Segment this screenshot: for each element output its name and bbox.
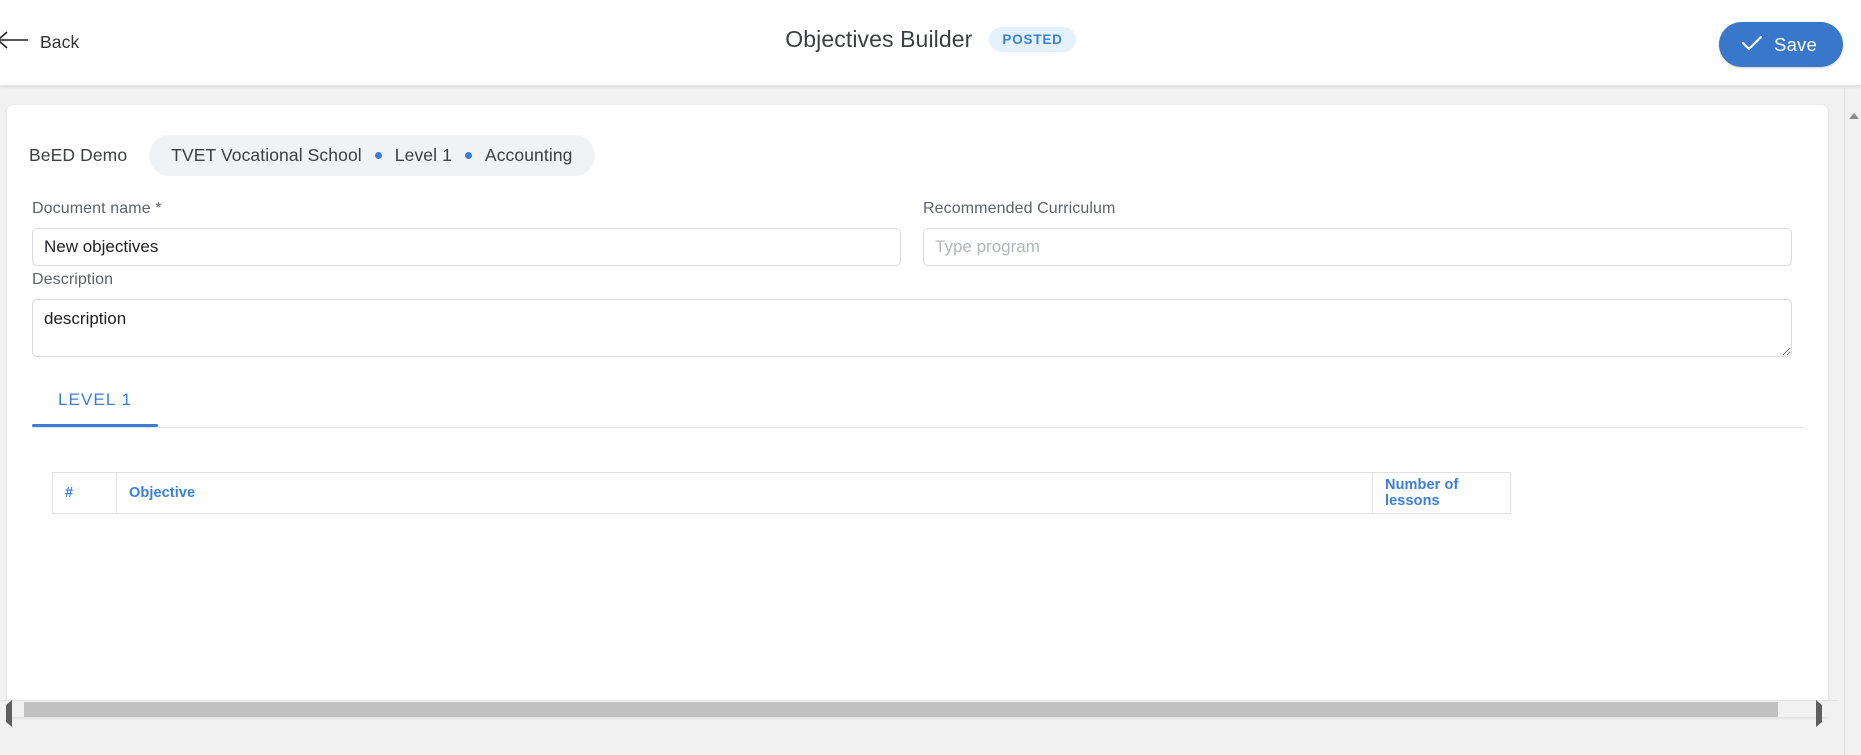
objectives-table: # Objective Number of lessons	[52, 472, 1511, 514]
breadcrumb-root[interactable]: BeED Demo	[29, 145, 149, 166]
document-name-group: Document name *	[32, 200, 901, 266]
document-name-input[interactable]	[32, 228, 901, 266]
page-title: Objectives Builder	[785, 26, 973, 52]
recommended-curriculum-group: Recommended Curriculum	[923, 200, 1792, 266]
status-badge: POSTED	[989, 27, 1076, 52]
vertical-scrollbar[interactable]	[1844, 88, 1861, 755]
tab-level-1[interactable]: LEVEL 1	[32, 372, 159, 427]
check-icon	[1741, 34, 1763, 55]
triangle-up-icon[interactable]	[1849, 96, 1859, 119]
recommended-curriculum-label: Recommended Curriculum	[923, 200, 1116, 217]
form-row: Document name * Recommended Curriculum	[32, 200, 1792, 266]
document-name-label: Document name *	[32, 200, 162, 217]
objectives-builder-card: BeED Demo TVET Vocational School Level 1…	[7, 105, 1828, 717]
save-button[interactable]: Save	[1719, 22, 1843, 67]
horizontal-scrollbar[interactable]	[0, 700, 1838, 727]
column-header-index: #	[52, 472, 117, 514]
column-header-objective: Objective	[116, 472, 1373, 514]
table-header-row: # Objective Number of lessons	[52, 472, 1511, 514]
description-group: Description	[32, 271, 1792, 362]
page-body: BeED Demo TVET Vocational School Level 1…	[0, 86, 1861, 755]
breadcrumb: BeED Demo TVET Vocational School Level 1…	[29, 135, 595, 176]
description-label: Description	[32, 271, 114, 288]
breadcrumb-item-school[interactable]: TVET Vocational School	[171, 145, 362, 166]
breadcrumb-item-level[interactable]: Level 1	[395, 145, 452, 166]
recommended-curriculum-input[interactable]	[923, 228, 1792, 266]
save-label: Save	[1774, 33, 1817, 55]
table-head: # Objective Number of lessons	[52, 472, 1511, 514]
level-tabs: LEVEL 1	[32, 372, 1804, 428]
page-title-group: Objectives Builder POSTED	[0, 26, 1861, 53]
dot-separator-icon	[374, 152, 382, 159]
column-header-lessons: Number of lessons	[1372, 472, 1511, 514]
triangle-left-icon[interactable]	[6, 700, 12, 727]
breadcrumb-pill[interactable]: TVET Vocational School Level 1 Accountin…	[149, 135, 595, 176]
dot-separator-icon	[464, 152, 472, 159]
app-header: Back Objectives Builder POSTED Save	[0, 0, 1861, 86]
triangle-right-icon[interactable]	[1816, 700, 1822, 727]
description-textarea[interactable]	[32, 299, 1792, 357]
breadcrumb-item-subject[interactable]: Accounting	[485, 145, 573, 166]
horizontal-scrollbar-thumb[interactable]	[24, 702, 1778, 717]
objectives-table-wrap: # Objective Number of lessons	[52, 472, 1792, 514]
